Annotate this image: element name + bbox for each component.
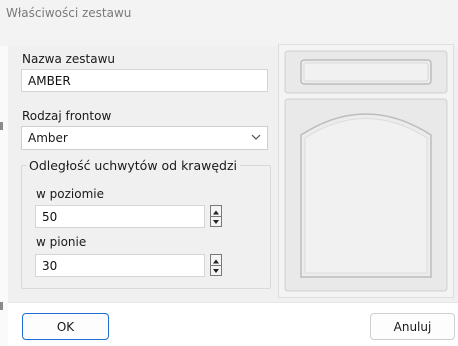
dialog-titlebar[interactable]: Właściwości zestawu bbox=[0, 0, 458, 46]
set-name-label: Nazwa zestawu bbox=[22, 52, 116, 66]
footer-divider bbox=[8, 302, 458, 303]
horizontal-distance-input[interactable] bbox=[35, 205, 205, 228]
edge-mark bbox=[0, 302, 3, 310]
horizontal-spinner[interactable] bbox=[210, 205, 222, 227]
front-type-selected-value: Amber bbox=[28, 131, 68, 145]
vertical-label: w pionie bbox=[36, 235, 87, 249]
triangle-down-icon bbox=[213, 269, 219, 273]
set-name-input[interactable] bbox=[21, 69, 268, 92]
horizontal-spin-down[interactable] bbox=[211, 216, 221, 226]
front-type-select[interactable]: Amber bbox=[21, 126, 268, 150]
front-type-label: Rodzaj frontow bbox=[22, 109, 112, 123]
dialog-title: Właściwości zestawu bbox=[6, 6, 132, 20]
vertical-spinner[interactable] bbox=[210, 254, 222, 276]
cancel-button[interactable]: Anuluj bbox=[370, 313, 455, 340]
edge-mark bbox=[0, 122, 3, 130]
handle-distance-group-label: Odległość uchwytów od krawędzi bbox=[29, 158, 237, 173]
chevron-down-icon bbox=[251, 134, 261, 140]
triangle-down-icon bbox=[213, 220, 219, 224]
horizontal-label: w poziomie bbox=[36, 187, 104, 201]
vertical-distance-input[interactable] bbox=[35, 254, 205, 277]
ok-button[interactable]: OK bbox=[22, 313, 109, 340]
background-window-edge bbox=[0, 46, 8, 346]
vertical-spin-down[interactable] bbox=[211, 265, 221, 275]
front-preview bbox=[278, 44, 454, 298]
cabinet-front-image bbox=[279, 45, 453, 297]
